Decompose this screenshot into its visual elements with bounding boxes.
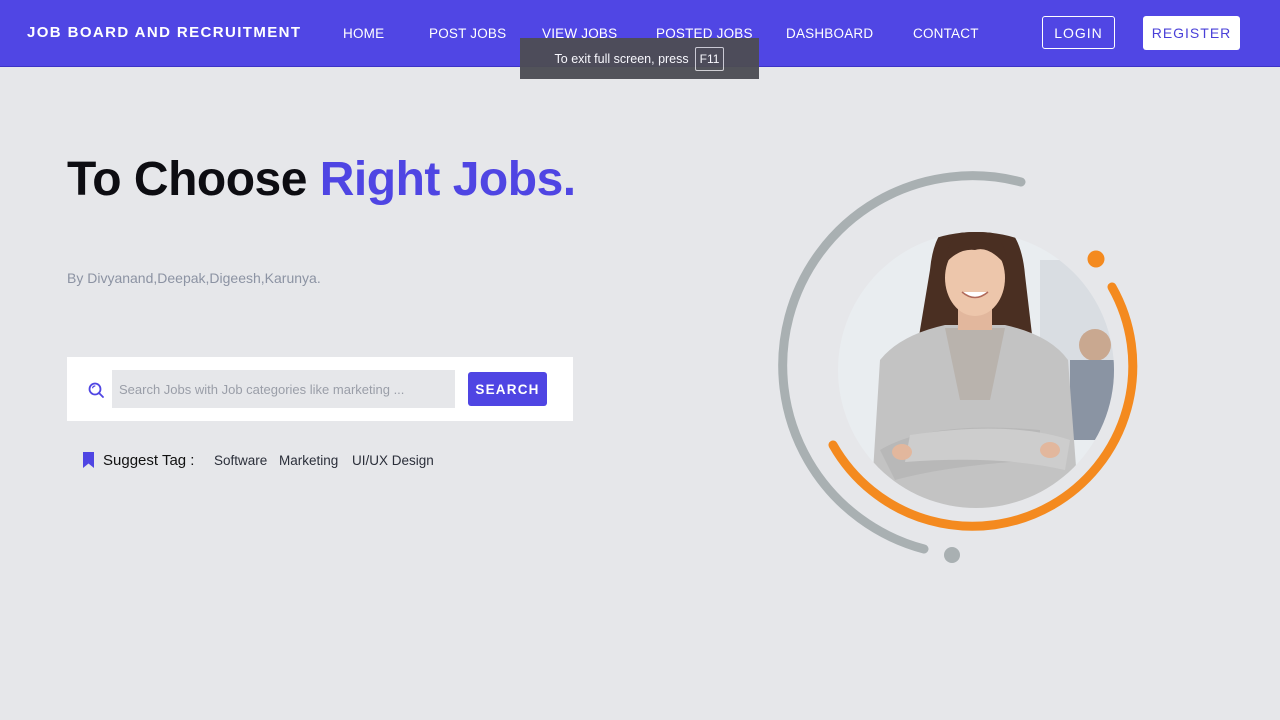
tag-marketing[interactable]: Marketing — [279, 453, 338, 468]
hero-subtitle: By Divyanand,Deepak,Digeesh,Karunya. — [67, 270, 321, 286]
suggest-tag-label: Suggest Tag : — [103, 452, 195, 469]
search-icon — [88, 382, 104, 398]
gray-ring-dot — [944, 547, 960, 563]
brand-logo-text[interactable]: JOB BOARD AND RECRUITMENT — [27, 24, 301, 41]
nav-contact[interactable]: CONTACT — [913, 26, 979, 41]
nav-dashboard[interactable]: DASHBOARD — [786, 26, 873, 41]
search-button[interactable]: SEARCH — [468, 372, 547, 406]
hero-title-main: To Choose — [67, 153, 320, 206]
orange-ring-dot — [1087, 250, 1105, 268]
hero-title: To Choose Right Jobs. — [67, 154, 587, 206]
fullscreen-notice-text: To exit full screen, press — [554, 51, 689, 66]
job-search-input[interactable] — [112, 370, 455, 408]
login-button[interactable]: LOGIN — [1042, 16, 1115, 49]
fullscreen-exit-notice: To exit full screen, press F11 — [520, 38, 759, 79]
register-button[interactable]: REGISTER — [1143, 16, 1240, 50]
bookmark-icon — [83, 452, 94, 468]
hero-title-accent: Right Jobs. — [319, 153, 576, 206]
f11-key-hint: F11 — [694, 46, 725, 71]
nav-home[interactable]: HOME — [343, 26, 384, 41]
hero-illustration — [778, 171, 1138, 563]
tag-software[interactable]: Software — [214, 453, 267, 468]
nav-post-jobs[interactable]: POST JOBS — [429, 26, 506, 41]
tag-ui-ux-design[interactable]: UI/UX Design — [352, 453, 434, 468]
